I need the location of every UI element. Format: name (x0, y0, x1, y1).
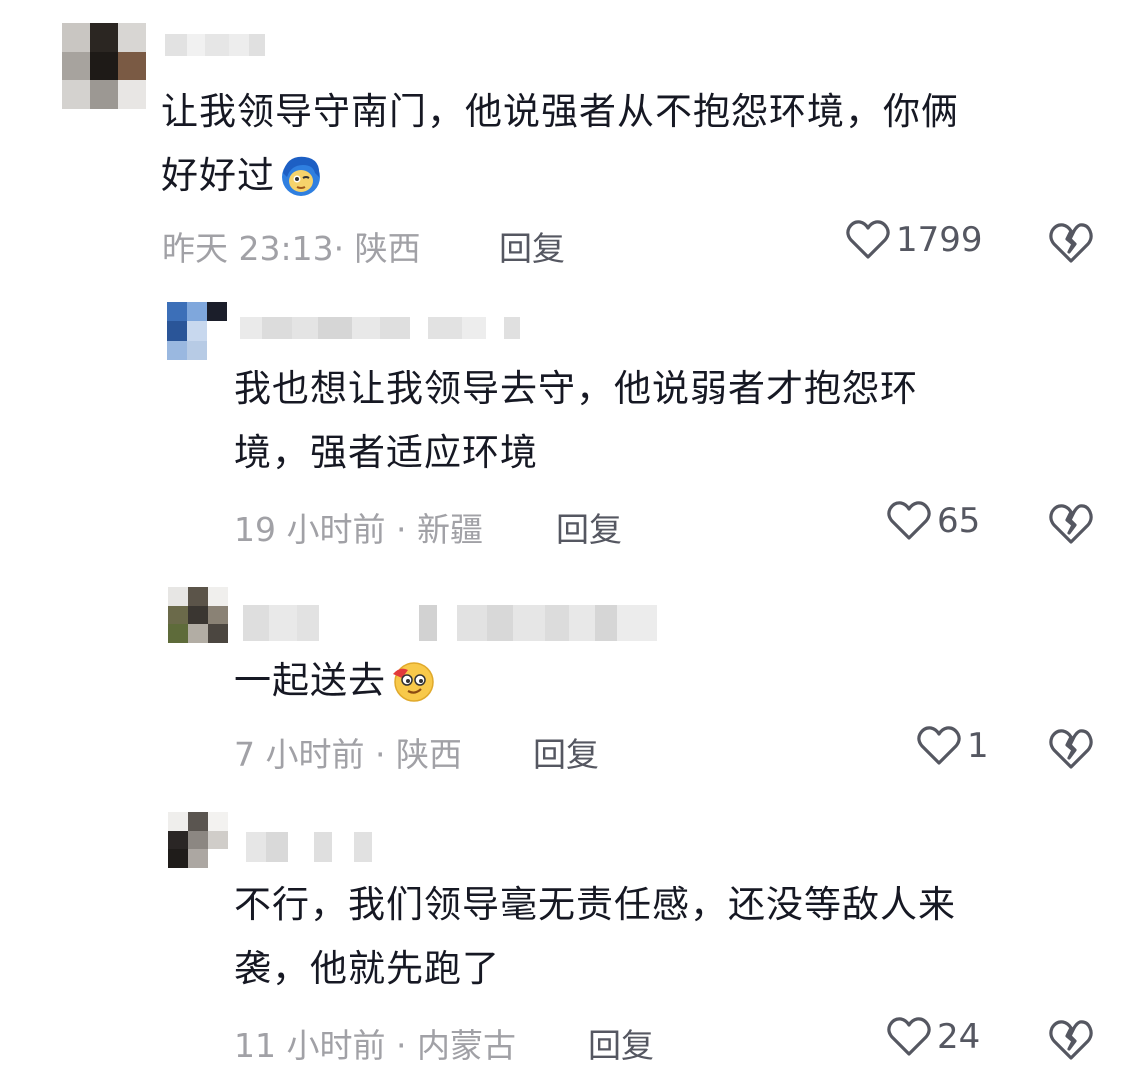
comment-meta: 昨天 23:13· 陕西 (162, 222, 421, 270)
dislike-button[interactable] (1048, 1019, 1094, 1061)
meta-separator: · (395, 510, 407, 549)
reply-button[interactable]: 回复 (588, 1019, 654, 1067)
comment-meta: 19 小时前 · 新疆 (234, 503, 483, 551)
meta-separator: · (333, 229, 345, 268)
dislike-button[interactable] (1048, 728, 1094, 770)
comment-location: 内蒙古 (416, 1026, 516, 1065)
like-count: 65 (937, 501, 981, 541)
comment-3: 一起送去 7 小时前 · 陕西 回复 1 (0, 575, 1137, 790)
dislike-button[interactable] (1048, 222, 1094, 264)
comment-text: 我也想让我领导去守，他说弱者才抱怨环 境，强者适应环境 (234, 367, 918, 474)
blue-hair-crying-emoji (282, 156, 320, 196)
heart-outline-icon (917, 726, 961, 765)
comment-location: 陕西 (396, 735, 462, 774)
comment-time: 昨天 23:13 (162, 229, 334, 268)
broken-heart-icon (1049, 729, 1093, 769)
like-count: 24 (937, 1017, 981, 1057)
comment-2: 我也想让我领导去守，他说弱者才抱怨环 境，强者适应环境 19 小时前 · 新疆 … (0, 285, 1137, 555)
username-blurred[interactable] (165, 34, 265, 56)
like-button[interactable]: 1799 (846, 220, 983, 260)
meta-separator: · (395, 1026, 407, 1065)
broken-heart-icon (1049, 223, 1093, 263)
heart-outline-icon (887, 1017, 931, 1056)
comment-meta: 11 小时前 · 内蒙古 (234, 1019, 516, 1067)
reply-button[interactable]: 回复 (556, 503, 622, 551)
username-blurred[interactable] (240, 317, 520, 339)
comment-location: 新疆 (416, 510, 483, 549)
avatar[interactable] (168, 587, 228, 643)
heart-outline-icon (887, 501, 931, 540)
comment-4: 不行，我们领导毫无责任感，还没等敌人来 袭，他就先跑了 11 小时前 · 内蒙古… (0, 800, 1137, 1080)
smug-face-emoji (393, 661, 434, 702)
dislike-button[interactable] (1048, 503, 1094, 545)
reply-button[interactable]: 回复 (499, 222, 565, 270)
like-count: 1 (967, 726, 989, 766)
comment-text: 让我领导守南门，他说强者从不抱怨环境，你俩 好好过 (161, 90, 959, 197)
like-button[interactable]: 24 (887, 1017, 980, 1057)
username-blurred[interactable] (246, 832, 372, 862)
comment-1: 让我领导守南门，他说强者从不抱怨环境，你俩 好好过 昨天 23:13· 陕西 回… (0, 0, 1137, 275)
username-blurred[interactable] (243, 605, 657, 641)
comment-location: 陕西 (354, 229, 421, 268)
comment-meta: 7 小时前 · 陕西 (234, 728, 462, 776)
comment-time: 7 小时前 (234, 735, 365, 774)
comment-text: 不行，我们领导毫无责任感，还没等敌人来 袭，他就先跑了 (234, 883, 956, 990)
like-button[interactable]: 65 (887, 501, 980, 541)
avatar[interactable] (167, 302, 227, 360)
heart-outline-icon (846, 220, 890, 259)
comment-time: 19 小时前 (234, 510, 386, 549)
broken-heart-icon (1049, 1020, 1093, 1060)
meta-separator: · (375, 735, 386, 774)
like-button[interactable]: 1 (917, 726, 989, 766)
reply-button[interactable]: 回复 (533, 728, 599, 776)
avatar[interactable] (168, 812, 228, 868)
comment-time: 11 小时前 (234, 1026, 386, 1065)
like-count: 1799 (896, 220, 983, 260)
broken-heart-icon (1049, 504, 1093, 544)
comment-text: 一起送去 (234, 649, 436, 713)
avatar[interactable] (62, 23, 146, 109)
